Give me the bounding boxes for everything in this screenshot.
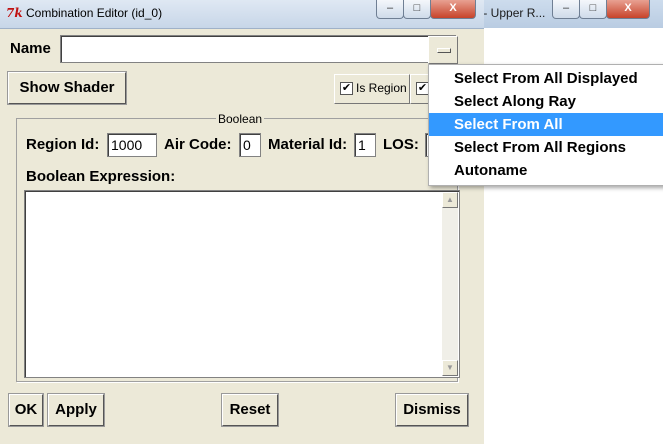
ok-button[interactable]: OK [8,393,44,427]
vertical-scrollbar[interactable]: ▲ ▼ [442,192,458,376]
dismiss-button[interactable]: Dismiss [395,393,469,427]
boolean-expression-label: Boolean Expression: [26,168,176,185]
checkmark-icon: ✔ [340,82,353,95]
material-id-label: Material Id: [268,136,348,153]
boolean-group-title: Boolean [216,112,265,126]
menu-item-select-from-all-regions[interactable]: Select From All Regions [429,136,663,159]
menu-item-autoname[interactable]: Autoname [429,159,663,182]
titlebar[interactable]: 7k Combination Editor (id_0) – □ X [0,0,484,29]
menu-item-select-along-ray[interactable]: Select Along Ray [429,90,663,113]
scroll-down-icon[interactable]: ▼ [442,360,458,376]
air-code-input[interactable]: 0 [239,133,261,157]
close-button[interactable]: X [430,0,476,19]
material-id-input[interactable]: 1 [354,133,376,157]
minimize-button[interactable]: – [376,0,404,19]
maximize-button[interactable]: □ [403,0,431,19]
window-title: Combination Editor (id_0) [26,6,163,20]
name-menu-button[interactable] [428,36,458,64]
apply-button[interactable]: Apply [47,393,105,427]
combination-editor-window: 7k Combination Editor (id_0) – □ X Name … [0,0,484,444]
air-code-label: Air Code: [164,136,232,153]
show-shader-button[interactable]: Show Shader [7,71,127,105]
menu-item-select-from-all-displayed[interactable]: Select From All Displayed [429,67,663,90]
reset-button[interactable]: Reset [221,393,279,427]
bg-close-button[interactable]: X [606,0,650,19]
region-id-label: Region Id: [26,136,100,153]
name-selection-menu: Select From All Displayed Select Along R… [428,64,663,186]
is-region-label: Is Region [356,81,407,95]
is-region-checkbox[interactable]: ✔ Is Region [334,74,410,104]
bg-minimize-button[interactable]: – [552,0,580,19]
bg-maximize-button[interactable]: □ [579,0,607,19]
name-input[interactable] [60,35,456,63]
scroll-up-icon[interactable]: ▲ [442,192,458,208]
menu-item-select-from-all[interactable]: Select From All [429,113,663,136]
region-id-input[interactable]: 1000 [107,133,157,157]
name-label: Name [10,40,51,57]
tk-app-icon: 7k [6,6,23,20]
boolean-expression-textarea[interactable]: ▲ ▼ [24,190,460,378]
los-label: LOS: [383,136,419,153]
